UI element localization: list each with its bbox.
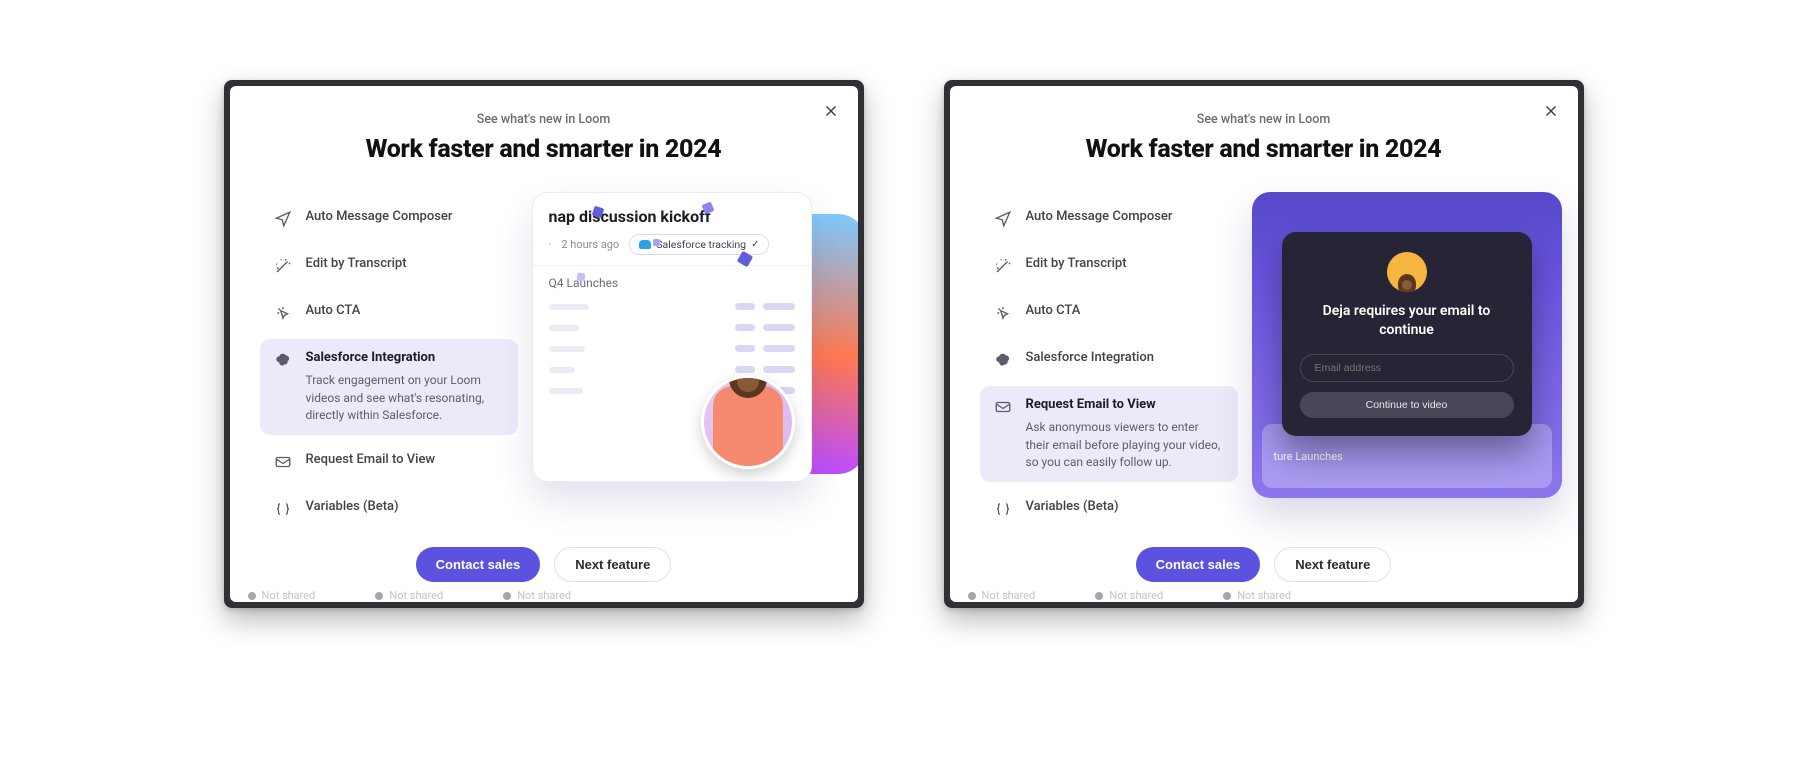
close-icon: [1544, 104, 1558, 118]
next-feature-button[interactable]: Next feature: [554, 547, 671, 582]
check-icon: ✓: [751, 239, 759, 250]
feature-label: Request Email to View: [1026, 397, 1224, 413]
presenter-avatar: [713, 386, 783, 466]
contact-sales-button[interactable]: Contact sales: [1136, 547, 1261, 582]
modal-body: Auto Message Composer Edit by Transcript…: [260, 198, 828, 529]
feature-label: Auto CTA: [1026, 303, 1081, 319]
contact-sales-button[interactable]: Contact sales: [416, 547, 541, 582]
mail-icon: [274, 453, 292, 471]
close-icon: [824, 104, 838, 118]
feature-label: Auto Message Composer: [1026, 209, 1173, 225]
video-thumbnail: [701, 375, 795, 469]
preview-section: Q4 Launches: [533, 266, 811, 296]
email-gate-preview: ture Launches Deja requires your email t…: [1252, 192, 1562, 498]
email-input[interactable]: [1300, 354, 1514, 382]
send-icon: [994, 210, 1012, 228]
preview-pane: nap discussion kickoff · 2 hours ago Sal…: [532, 198, 858, 529]
salesforce-icon: [274, 351, 292, 369]
preview-video-title: nap discussion kickoff: [533, 193, 811, 230]
feature-request-email[interactable]: Request Email to View Ask anonymous view…: [980, 386, 1238, 482]
feature-auto-cta[interactable]: Auto CTA: [980, 292, 1238, 333]
modal-left: See what's new in Loom Work faster and s…: [224, 80, 864, 608]
page-title: Work faster and smarter in 2024: [260, 135, 828, 164]
feature-auto-message[interactable]: Auto Message Composer: [980, 198, 1238, 239]
modal-content: See what's new in Loom Work faster and s…: [950, 86, 1578, 602]
feature-label: Auto CTA: [306, 303, 361, 319]
send-icon: [274, 210, 292, 228]
email-gate-heading: Deja requires your email to continue: [1300, 302, 1514, 340]
mail-icon: [994, 398, 1012, 416]
requester-avatar: [1387, 252, 1427, 292]
modal-body: Auto Message Composer Edit by Transcript…: [980, 198, 1548, 529]
feature-edit-transcript[interactable]: Edit by Transcript: [980, 245, 1238, 286]
feature-desc: Ask anonymous viewers to enter their ema…: [1026, 419, 1224, 471]
salesforce-preview-card: nap discussion kickoff · 2 hours ago Sal…: [532, 192, 812, 482]
feature-label: Variables (Beta): [306, 499, 399, 515]
variables-icon: [274, 500, 292, 518]
wand-icon: [274, 257, 292, 275]
feature-auto-message[interactable]: Auto Message Composer: [260, 198, 518, 239]
feature-label: Auto Message Composer: [306, 209, 453, 225]
feature-desc: Track engagement on your Loom videos and…: [306, 372, 504, 424]
eyebrow: See what's new in Loom: [980, 112, 1548, 127]
salesforce-cloud-icon: [639, 240, 651, 249]
cursor-click-icon: [274, 304, 292, 322]
close-button[interactable]: [1540, 100, 1562, 122]
preview-pane: ture Launches Deja requires your email t…: [1252, 198, 1578, 529]
next-feature-button[interactable]: Next feature: [1274, 547, 1391, 582]
email-gate-card: Deja requires your email to continue Con…: [1282, 232, 1532, 436]
modal-content: See what's new in Loom Work faster and s…: [230, 86, 858, 602]
feature-variables[interactable]: Variables (Beta): [260, 488, 518, 529]
close-button[interactable]: [820, 100, 842, 122]
feature-edit-transcript[interactable]: Edit by Transcript: [260, 245, 518, 286]
feature-label: Salesforce Integration: [1026, 350, 1154, 366]
continue-video-button[interactable]: Continue to video: [1300, 392, 1514, 418]
feature-auto-cta[interactable]: Auto CTA: [260, 292, 518, 333]
modal-right: See what's new in Loom Work faster and s…: [944, 80, 1584, 608]
feature-label: Salesforce Integration: [306, 350, 504, 366]
feature-list: Auto Message Composer Edit by Transcript…: [980, 198, 1238, 529]
feature-label: Request Email to View: [306, 452, 436, 468]
feature-label: Edit by Transcript: [1026, 256, 1127, 272]
feature-list: Auto Message Composer Edit by Transcript…: [260, 198, 518, 529]
feature-label: Edit by Transcript: [306, 256, 407, 272]
feature-salesforce[interactable]: Salesforce Integration Track engagement …: [260, 339, 518, 435]
variables-icon: [994, 500, 1012, 518]
feature-request-email[interactable]: Request Email to View: [260, 441, 518, 482]
page-title: Work faster and smarter in 2024: [980, 135, 1548, 164]
cursor-click-icon: [994, 304, 1012, 322]
feature-salesforce[interactable]: Salesforce Integration: [980, 339, 1238, 380]
feature-label: Variables (Beta): [1026, 499, 1119, 515]
wand-icon: [994, 257, 1012, 275]
preview-time: 2 hours ago: [561, 238, 619, 251]
salesforce-icon: [994, 351, 1012, 369]
feature-variables[interactable]: Variables (Beta): [980, 488, 1238, 529]
salesforce-tracking-badge: Salesforce tracking ✓: [629, 234, 769, 255]
eyebrow: See what's new in Loom: [260, 112, 828, 127]
